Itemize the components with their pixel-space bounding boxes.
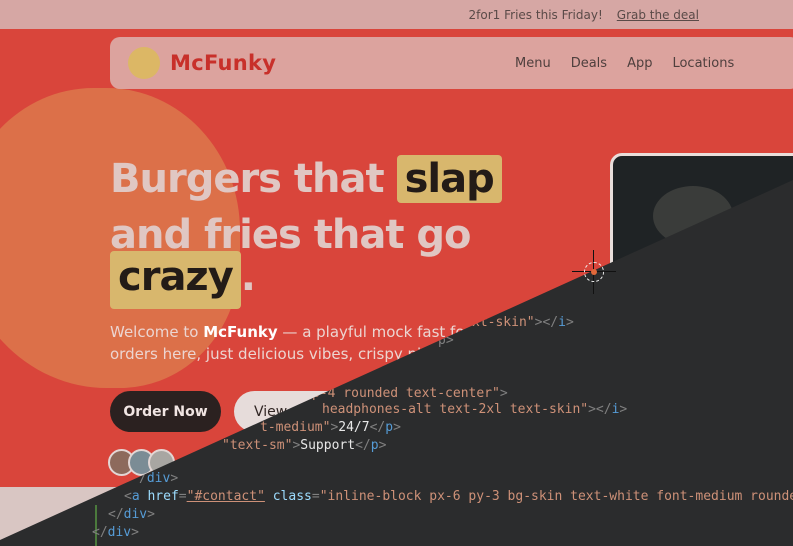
code-token: class — [272, 489, 312, 504]
promo-link[interactable]: Grab the deal — [617, 8, 699, 22]
code-token: > — [147, 507, 155, 522]
code-token: i — [558, 315, 566, 330]
code-token: p — [385, 420, 394, 435]
code-token: > — [378, 438, 387, 453]
code-token: ></ — [534, 315, 559, 330]
code-token: Support — [300, 438, 356, 453]
code-token: p-4 rounded text-center" — [312, 386, 500, 401]
desc-brand: McFunky — [203, 323, 278, 341]
code-token: 24/7 — [338, 420, 370, 435]
hero-description-line-1: Welcome to McFunky — a playful mock fast… — [110, 323, 474, 341]
crosshair-cursor-icon — [572, 250, 616, 294]
code-token: </ — [92, 525, 108, 540]
code-token: > — [499, 386, 508, 401]
brand-name[interactable]: McFunky — [170, 51, 276, 75]
code-token: headphones-alt text-2xl text-skin" — [322, 402, 589, 417]
code-token: = — [178, 489, 187, 504]
code-token: = — [311, 489, 320, 504]
code-token: "#contact" — [186, 489, 265, 504]
code-token: > — [131, 525, 139, 540]
code-token: href — [147, 489, 179, 504]
cursor-dot — [591, 269, 597, 275]
code-token: div — [123, 507, 148, 522]
code-token: > — [565, 315, 574, 330]
code-token: "inline-block px-6 py-3 bg-skin text-whi… — [319, 489, 793, 504]
code-token: < — [124, 489, 132, 504]
nav-links: Menu Deals App Locations — [515, 37, 734, 89]
code-token: div — [107, 525, 132, 540]
code-token: a — [131, 489, 140, 504]
code-line[interactable]: </div> — [108, 506, 155, 524]
headline-text: Burgers that — [110, 156, 397, 202]
code-line[interactable]: <a href="#contact" class="inline-block p… — [124, 488, 793, 506]
code-token: ></ — [588, 402, 612, 417]
code-token: p — [370, 438, 379, 453]
hero-description-line-2: orders here, just delicious vibes, crisp… — [110, 345, 422, 363]
headline-period: . — [240, 254, 256, 300]
promo-bar: 2for1 Fries this Friday! Grab the deal — [0, 0, 793, 29]
headline-highlight-crazy: crazy — [110, 251, 241, 309]
code-line[interactable]: headphones-alt text-2xl text-skin"></i> — [322, 401, 627, 419]
nav-item-app[interactable]: App — [627, 56, 652, 71]
code-token: t-medium" — [260, 420, 331, 435]
desc-prefix: Welcome to — [110, 323, 204, 341]
order-now-button[interactable]: Order Now — [110, 391, 221, 432]
headline-highlight-slap: slap — [396, 155, 502, 203]
nav-item-menu[interactable]: Menu — [515, 56, 551, 71]
code-token: </ — [369, 420, 386, 435]
logo-icon[interactable] — [128, 47, 160, 79]
code-token: "text-sm" — [222, 438, 293, 453]
code-token: div — [146, 471, 171, 486]
code-token: > — [393, 420, 401, 435]
code-token: > — [170, 471, 179, 486]
code-line[interactable]: t-medium">24/7</p> — [260, 419, 401, 437]
code-token: > — [619, 402, 628, 417]
headline-line-1: Burgers that slap — [110, 155, 502, 203]
code-line[interactable]: </div> — [92, 524, 139, 542]
promo-text: 2for1 Fries this Friday! — [468, 7, 603, 22]
headline-line-3: crazy. — [110, 251, 256, 309]
nav-item-deals[interactable]: Deals — [571, 56, 607, 71]
code-token: </ — [355, 438, 371, 453]
code-token: </ — [108, 507, 124, 522]
screen: 2for1 Fries this Friday! Grab the deal M… — [0, 0, 793, 546]
navbar: McFunky Menu Deals App Locations — [110, 37, 793, 89]
code-line[interactable]: "text-sm">Support</p> — [222, 437, 386, 455]
nav-item-locations[interactable]: Locations — [672, 56, 734, 71]
desc-rest: — a playful mock fast foo — [277, 323, 474, 341]
